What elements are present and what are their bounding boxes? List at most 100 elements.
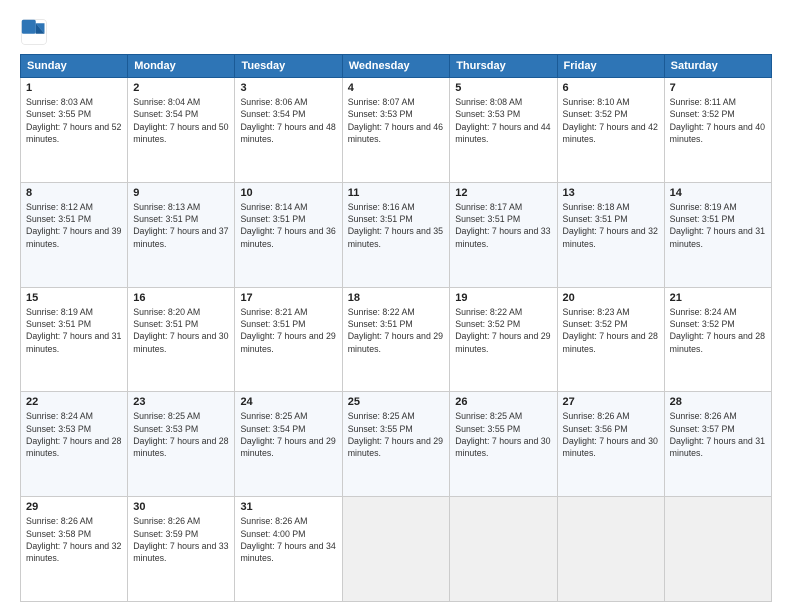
- calendar-week-2: 8 Sunrise: 8:12 AMSunset: 3:51 PMDayligh…: [21, 182, 772, 287]
- day-number: 2: [133, 82, 229, 94]
- day-number: 28: [670, 396, 766, 408]
- day-info: Sunrise: 8:03 AMSunset: 3:55 PMDaylight:…: [26, 96, 122, 145]
- calendar-week-4: 22 Sunrise: 8:24 AMSunset: 3:53 PMDaylig…: [21, 392, 772, 497]
- day-info: Sunrise: 8:10 AMSunset: 3:52 PMDaylight:…: [563, 96, 659, 145]
- day-number: 6: [563, 82, 659, 94]
- day-info: Sunrise: 8:26 AMSunset: 3:58 PMDaylight:…: [26, 515, 122, 564]
- calendar-cell: 29 Sunrise: 8:26 AMSunset: 3:58 PMDaylig…: [21, 497, 128, 602]
- calendar-cell: 28 Sunrise: 8:26 AMSunset: 3:57 PMDaylig…: [664, 392, 771, 497]
- calendar-cell: 26 Sunrise: 8:25 AMSunset: 3:55 PMDaylig…: [450, 392, 557, 497]
- calendar-cell: 11 Sunrise: 8:16 AMSunset: 3:51 PMDaylig…: [342, 182, 450, 287]
- calendar-cell: 16 Sunrise: 8:20 AMSunset: 3:51 PMDaylig…: [128, 287, 235, 392]
- day-number: 18: [348, 292, 445, 304]
- calendar-cell: 7 Sunrise: 8:11 AMSunset: 3:52 PMDayligh…: [664, 78, 771, 183]
- day-info: Sunrise: 8:12 AMSunset: 3:51 PMDaylight:…: [26, 201, 122, 250]
- calendar-header-row: SundayMondayTuesdayWednesdayThursdayFrid…: [21, 55, 772, 78]
- day-info: Sunrise: 8:25 AMSunset: 3:53 PMDaylight:…: [133, 410, 229, 459]
- calendar-cell: 31 Sunrise: 8:26 AMSunset: 4:00 PMDaylig…: [235, 497, 342, 602]
- calendar-cell: 23 Sunrise: 8:25 AMSunset: 3:53 PMDaylig…: [128, 392, 235, 497]
- day-number: 10: [240, 187, 336, 199]
- day-info: Sunrise: 8:13 AMSunset: 3:51 PMDaylight:…: [133, 201, 229, 250]
- day-number: 27: [563, 396, 659, 408]
- calendar-week-1: 1 Sunrise: 8:03 AMSunset: 3:55 PMDayligh…: [21, 78, 772, 183]
- page: SundayMondayTuesdayWednesdayThursdayFrid…: [0, 0, 792, 612]
- calendar-week-5: 29 Sunrise: 8:26 AMSunset: 3:58 PMDaylig…: [21, 497, 772, 602]
- calendar-cell: 22 Sunrise: 8:24 AMSunset: 3:53 PMDaylig…: [21, 392, 128, 497]
- day-info: Sunrise: 8:19 AMSunset: 3:51 PMDaylight:…: [670, 201, 766, 250]
- day-number: 17: [240, 292, 336, 304]
- day-number: 7: [670, 82, 766, 94]
- day-info: Sunrise: 8:07 AMSunset: 3:53 PMDaylight:…: [348, 96, 445, 145]
- day-number: 29: [26, 501, 122, 513]
- calendar-cell: 1 Sunrise: 8:03 AMSunset: 3:55 PMDayligh…: [21, 78, 128, 183]
- day-number: 1: [26, 82, 122, 94]
- calendar-cell: 10 Sunrise: 8:14 AMSunset: 3:51 PMDaylig…: [235, 182, 342, 287]
- calendar-cell: 17 Sunrise: 8:21 AMSunset: 3:51 PMDaylig…: [235, 287, 342, 392]
- calendar-header-monday: Monday: [128, 55, 235, 78]
- calendar-cell: 27 Sunrise: 8:26 AMSunset: 3:56 PMDaylig…: [557, 392, 664, 497]
- calendar-week-3: 15 Sunrise: 8:19 AMSunset: 3:51 PMDaylig…: [21, 287, 772, 392]
- day-number: 9: [133, 187, 229, 199]
- calendar-cell: 30 Sunrise: 8:26 AMSunset: 3:59 PMDaylig…: [128, 497, 235, 602]
- calendar-cell: [557, 497, 664, 602]
- day-info: Sunrise: 8:25 AMSunset: 3:54 PMDaylight:…: [240, 410, 336, 459]
- calendar-cell: 18 Sunrise: 8:22 AMSunset: 3:51 PMDaylig…: [342, 287, 450, 392]
- calendar-cell: [450, 497, 557, 602]
- logo: [20, 18, 50, 46]
- day-info: Sunrise: 8:20 AMSunset: 3:51 PMDaylight:…: [133, 306, 229, 355]
- day-info: Sunrise: 8:26 AMSunset: 3:56 PMDaylight:…: [563, 410, 659, 459]
- calendar-cell: 21 Sunrise: 8:24 AMSunset: 3:52 PMDaylig…: [664, 287, 771, 392]
- day-info: Sunrise: 8:16 AMSunset: 3:51 PMDaylight:…: [348, 201, 445, 250]
- calendar-cell: [664, 497, 771, 602]
- day-info: Sunrise: 8:19 AMSunset: 3:51 PMDaylight:…: [26, 306, 122, 355]
- day-number: 4: [348, 82, 445, 94]
- calendar-table: SundayMondayTuesdayWednesdayThursdayFrid…: [20, 54, 772, 602]
- calendar-cell: 3 Sunrise: 8:06 AMSunset: 3:54 PMDayligh…: [235, 78, 342, 183]
- day-info: Sunrise: 8:08 AMSunset: 3:53 PMDaylight:…: [455, 96, 551, 145]
- calendar-cell: 19 Sunrise: 8:22 AMSunset: 3:52 PMDaylig…: [450, 287, 557, 392]
- day-number: 13: [563, 187, 659, 199]
- day-info: Sunrise: 8:23 AMSunset: 3:52 PMDaylight:…: [563, 306, 659, 355]
- calendar-header-tuesday: Tuesday: [235, 55, 342, 78]
- calendar-cell: 20 Sunrise: 8:23 AMSunset: 3:52 PMDaylig…: [557, 287, 664, 392]
- calendar-cell: [342, 497, 450, 602]
- calendar-cell: 24 Sunrise: 8:25 AMSunset: 3:54 PMDaylig…: [235, 392, 342, 497]
- day-info: Sunrise: 8:17 AMSunset: 3:51 PMDaylight:…: [455, 201, 551, 250]
- calendar-cell: 9 Sunrise: 8:13 AMSunset: 3:51 PMDayligh…: [128, 182, 235, 287]
- day-number: 15: [26, 292, 122, 304]
- calendar-cell: 15 Sunrise: 8:19 AMSunset: 3:51 PMDaylig…: [21, 287, 128, 392]
- calendar-header-sunday: Sunday: [21, 55, 128, 78]
- day-number: 12: [455, 187, 551, 199]
- day-number: 20: [563, 292, 659, 304]
- calendar-header-friday: Friday: [557, 55, 664, 78]
- day-info: Sunrise: 8:14 AMSunset: 3:51 PMDaylight:…: [240, 201, 336, 250]
- day-info: Sunrise: 8:25 AMSunset: 3:55 PMDaylight:…: [455, 410, 551, 459]
- day-number: 24: [240, 396, 336, 408]
- day-number: 23: [133, 396, 229, 408]
- day-number: 3: [240, 82, 336, 94]
- calendar-cell: 25 Sunrise: 8:25 AMSunset: 3:55 PMDaylig…: [342, 392, 450, 497]
- calendar-cell: 5 Sunrise: 8:08 AMSunset: 3:53 PMDayligh…: [450, 78, 557, 183]
- day-info: Sunrise: 8:18 AMSunset: 3:51 PMDaylight:…: [563, 201, 659, 250]
- calendar-cell: 6 Sunrise: 8:10 AMSunset: 3:52 PMDayligh…: [557, 78, 664, 183]
- day-number: 5: [455, 82, 551, 94]
- day-number: 22: [26, 396, 122, 408]
- day-number: 30: [133, 501, 229, 513]
- day-info: Sunrise: 8:26 AMSunset: 3:57 PMDaylight:…: [670, 410, 766, 459]
- day-info: Sunrise: 8:21 AMSunset: 3:51 PMDaylight:…: [240, 306, 336, 355]
- calendar-cell: 2 Sunrise: 8:04 AMSunset: 3:54 PMDayligh…: [128, 78, 235, 183]
- day-info: Sunrise: 8:24 AMSunset: 3:52 PMDaylight:…: [670, 306, 766, 355]
- calendar-cell: 12 Sunrise: 8:17 AMSunset: 3:51 PMDaylig…: [450, 182, 557, 287]
- calendar-cell: 14 Sunrise: 8:19 AMSunset: 3:51 PMDaylig…: [664, 182, 771, 287]
- day-info: Sunrise: 8:26 AMSunset: 3:59 PMDaylight:…: [133, 515, 229, 564]
- day-info: Sunrise: 8:06 AMSunset: 3:54 PMDaylight:…: [240, 96, 336, 145]
- day-number: 25: [348, 396, 445, 408]
- calendar-header-wednesday: Wednesday: [342, 55, 450, 78]
- calendar-cell: 4 Sunrise: 8:07 AMSunset: 3:53 PMDayligh…: [342, 78, 450, 183]
- day-info: Sunrise: 8:04 AMSunset: 3:54 PMDaylight:…: [133, 96, 229, 145]
- day-number: 16: [133, 292, 229, 304]
- day-number: 8: [26, 187, 122, 199]
- day-number: 11: [348, 187, 445, 199]
- calendar-header-thursday: Thursday: [450, 55, 557, 78]
- day-number: 31: [240, 501, 336, 513]
